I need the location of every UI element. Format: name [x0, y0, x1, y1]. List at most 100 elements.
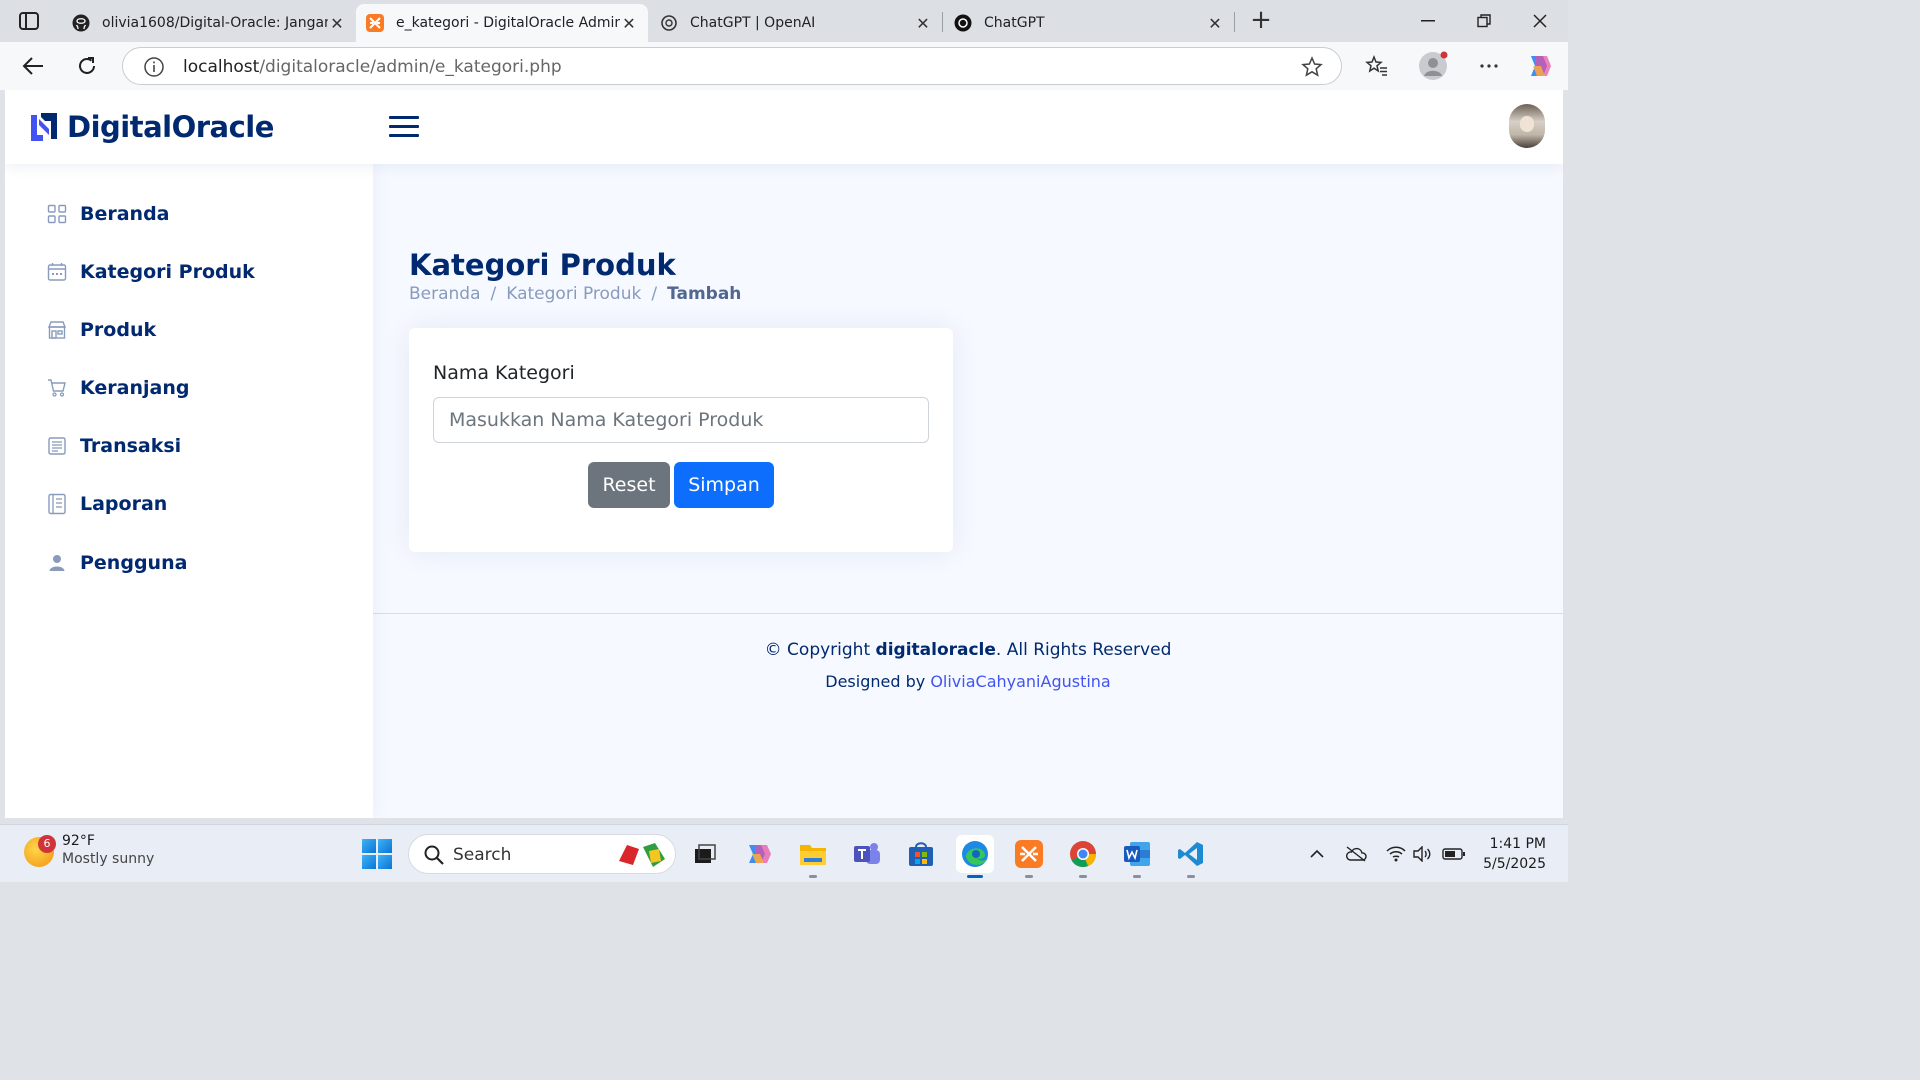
battery-icon[interactable]: [1442, 843, 1466, 865]
system-clock[interactable]: 1:41 PM 5/5/2025: [1483, 834, 1546, 874]
clock-time: 1:41 PM: [1489, 836, 1546, 852]
new-tab-button[interactable]: +: [1246, 6, 1276, 36]
restore-icon[interactable]: [1456, 4, 1512, 38]
breadcrumb: Beranda / Kategori Produk / Tambah: [409, 284, 741, 304]
category-name-input[interactable]: [433, 397, 929, 443]
sidebar-item-kategori-produk[interactable]: Kategori Produk: [43, 252, 343, 292]
wifi-icon[interactable]: [1384, 843, 1408, 865]
breadcrumb-link-kategori[interactable]: Kategori Produk: [506, 284, 641, 304]
browser-tab-active[interactable]: e_kategori - DigitalOracle Admin ✕: [356, 4, 648, 42]
profile-avatar-icon[interactable]: [1418, 51, 1448, 81]
close-window-icon[interactable]: [1512, 4, 1568, 38]
sidebar-item-beranda[interactable]: Beranda: [43, 194, 343, 234]
page-title: Kategori Produk: [409, 248, 676, 282]
url-text: localhost/digitaloracle/admin/e_kategori…: [183, 57, 562, 77]
vscode-icon[interactable]: [1172, 835, 1210, 878]
site-info-icon[interactable]: [143, 56, 165, 78]
menu-toggle-icon[interactable]: [389, 112, 419, 142]
weather-widget[interactable]: 6 92°F Mostly sunny: [24, 833, 154, 867]
browser-tab[interactable]: ChatGPT | OpenAI ✕: [650, 4, 942, 42]
sidebar-item-produk[interactable]: Produk: [43, 310, 343, 350]
chevron-up-icon[interactable]: [1305, 843, 1329, 865]
edge-icon[interactable]: [956, 835, 994, 878]
taskbar-search[interactable]: Search: [408, 834, 676, 874]
brand-logo-icon: [31, 113, 57, 141]
xampp-icon[interactable]: [1010, 835, 1048, 878]
breadcrumb-separator: /: [490, 284, 497, 304]
favorites-icon[interactable]: [1362, 51, 1392, 81]
designed-by-label: Designed by: [825, 672, 926, 691]
windows-start-icon[interactable]: [362, 839, 392, 869]
favorite-star-icon[interactable]: [1301, 56, 1323, 82]
microsoft-store-icon[interactable]: [902, 835, 940, 873]
user-avatar[interactable]: [1509, 104, 1545, 148]
volume-icon[interactable]: [1410, 843, 1434, 865]
shop-icon: [43, 320, 71, 340]
weather-sun-icon: 6: [24, 835, 56, 867]
brand-logo[interactable]: DigitalOracle: [29, 110, 274, 144]
task-view-icon[interactable]: [686, 835, 724, 873]
breadcrumb-link-beranda[interactable]: Beranda: [409, 284, 481, 304]
file-explorer-icon[interactable]: [794, 835, 832, 878]
tab-title: olivia1608/Digital-Oracle: Jangan: [102, 15, 328, 31]
journal-icon: [43, 493, 71, 515]
breadcrumb-current: Tambah: [667, 284, 742, 304]
xampp-icon: [366, 14, 384, 32]
clock-date: 5/5/2025: [1483, 856, 1546, 872]
url-host: localhost: [183, 57, 260, 77]
minimize-icon[interactable]: [1400, 4, 1456, 38]
copilot-icon[interactable]: [1524, 51, 1554, 81]
cart-icon: [43, 378, 71, 398]
sidebar-item-laporan[interactable]: Laporan: [43, 484, 343, 524]
back-arrow-icon[interactable]: [16, 50, 50, 82]
more-menu-icon[interactable]: [1474, 51, 1504, 81]
tab-actions-icon[interactable]: [12, 8, 46, 34]
url-path: /digitaloracle/admin/e_kategori.php: [259, 57, 562, 77]
person-icon: [43, 553, 71, 573]
reset-button[interactable]: Reset: [588, 462, 670, 508]
close-tab-icon[interactable]: ✕: [328, 14, 346, 33]
onedrive-offline-icon[interactable]: [1344, 843, 1368, 865]
main-content: Kategori Produk Beranda / Kategori Produ…: [373, 164, 1563, 818]
search-label: Search: [453, 845, 512, 865]
sidebar-item-label: Produk: [80, 319, 157, 341]
weather-badge: 6: [38, 835, 56, 853]
sidebar-item-label: Keranjang: [80, 377, 190, 399]
calendar-icon: [43, 262, 71, 282]
address-bar[interactable]: localhost/digitaloracle/admin/e_kategori…: [122, 47, 1342, 85]
brand-name: DigitalOracle: [67, 110, 274, 144]
tab-title: ChatGPT: [984, 15, 1045, 31]
sidebar-item-keranjang[interactable]: Keranjang: [43, 368, 343, 408]
openai-icon: [954, 14, 972, 32]
browser-tab[interactable]: olivia1608/Digital-Oracle: Jangan ✕: [62, 4, 356, 42]
sidebar-item-pengguna[interactable]: Pengguna: [43, 543, 343, 583]
close-tab-icon[interactable]: ✕: [620, 14, 638, 33]
receipt-icon: [43, 436, 71, 456]
close-tab-icon[interactable]: ✕: [914, 14, 932, 33]
designer-link[interactable]: OliviaCahyaniAgustina: [930, 672, 1110, 691]
search-icon: [423, 844, 445, 870]
weather-temperature: 92°F: [62, 833, 95, 849]
browser-tab[interactable]: ChatGPT ✕: [944, 4, 1234, 42]
refresh-icon[interactable]: [70, 50, 104, 82]
sidebar-item-transaksi[interactable]: Transaksi: [43, 426, 343, 466]
site-header: DigitalOracle: [5, 90, 1563, 164]
search-highlight-icon: [619, 843, 665, 867]
close-tab-icon[interactable]: ✕: [1206, 14, 1224, 33]
credits-text: Designed by OliviaCahyaniAgustina: [373, 672, 1563, 691]
grid-icon: [43, 204, 71, 224]
github-icon: [72, 14, 90, 32]
tab-title: e_kategori - DigitalOracle Admin: [396, 15, 620, 31]
sidebar: Beranda Kategori Produk Produk Keranjang…: [5, 164, 373, 818]
save-button[interactable]: Simpan: [674, 462, 774, 508]
copilot-icon[interactable]: [740, 835, 778, 873]
copyright-suffix: . All Rights Reserved: [995, 640, 1172, 660]
category-name-label: Nama Kategori: [433, 362, 575, 384]
chrome-icon[interactable]: [1064, 835, 1102, 878]
weather-description: Mostly sunny: [62, 851, 155, 867]
copyright-prefix: © Copyright: [764, 640, 871, 660]
browser-toolbar: localhost/digitaloracle/admin/e_kategori…: [0, 42, 1568, 90]
web-page: DigitalOracle Beranda Kategori Produk Pr…: [5, 90, 1563, 818]
teams-icon[interactable]: [848, 835, 886, 873]
word-icon[interactable]: [1118, 835, 1156, 878]
